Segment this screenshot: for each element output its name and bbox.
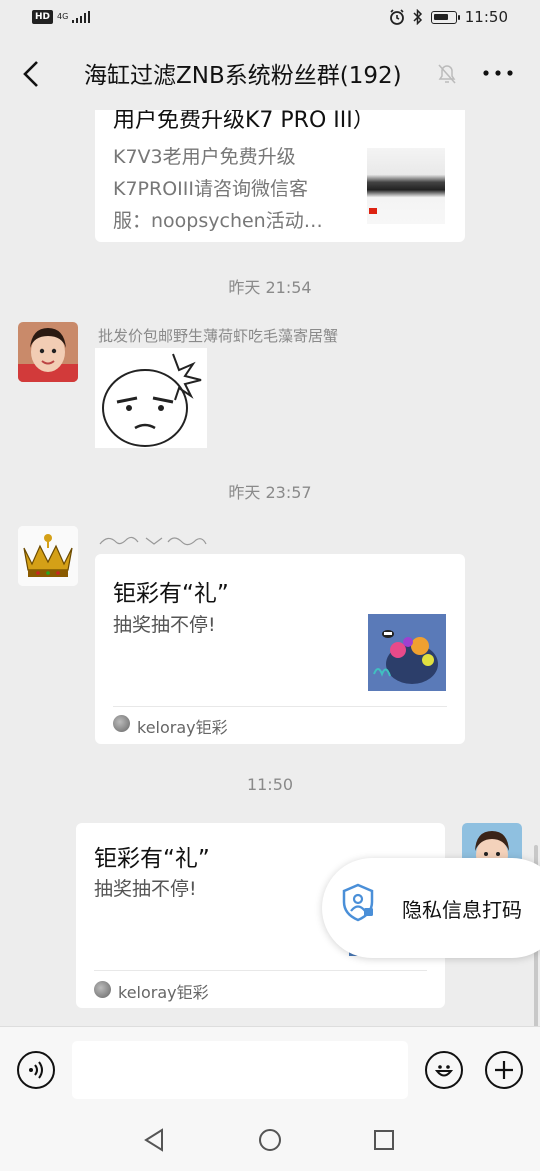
card-desc-line3: 服：noopsychen活动… <box>113 210 323 232</box>
avatar[interactable] <box>18 526 78 586</box>
timestamp: 昨天 21:54 <box>228 278 312 297</box>
mini-program-logo-icon <box>94 981 111 998</box>
card-thumbnail <box>367 148 445 224</box>
card-desc: 抽奖抽不停! <box>94 878 197 900</box>
timestamp: 11:50 <box>246 775 294 794</box>
card-source: keloray钜彩 <box>137 718 228 737</box>
input-bar <box>0 1026 540 1171</box>
network-label: 4G <box>57 12 69 21</box>
card-divider <box>94 970 427 971</box>
card-thumbnail <box>368 614 446 691</box>
status-time: 11:50 <box>464 8 508 26</box>
emoji-button[interactable] <box>425 1051 463 1089</box>
shield-icon <box>342 883 374 922</box>
card-desc-line1: K7V3老用户免费升级 <box>113 146 296 168</box>
mini-program-logo-icon <box>113 715 130 732</box>
crown-icon <box>18 526 78 586</box>
nav-home-icon[interactable] <box>257 1127 283 1153</box>
card-desc: 抽奖抽不停! <box>113 614 216 636</box>
card-title: 钜彩有“礼” <box>94 846 210 872</box>
mute-bell-icon <box>438 64 456 84</box>
card-source: keloray钜彩 <box>118 983 209 1002</box>
chat-title: 海缸过滤ZNB系统粉丝群(192) <box>84 63 402 89</box>
card-divider <box>113 706 447 707</box>
status-left: HD 4G <box>32 10 91 24</box>
card-desc-line2: K7PROIII请咨询微信客 <box>113 178 308 200</box>
avatar[interactable] <box>18 322 78 382</box>
card-title: 钜彩有“礼” <box>113 581 229 607</box>
alarm-icon <box>389 9 404 25</box>
back-icon[interactable] <box>18 56 48 92</box>
message-input[interactable] <box>72 1041 408 1099</box>
signal-icon <box>72 11 91 23</box>
privacy-mask-button[interactable]: 隐私信息打码 <box>322 858 540 958</box>
nav-back-icon[interactable] <box>142 1127 168 1153</box>
reef-image <box>368 614 446 691</box>
plus-button[interactable] <box>485 1051 523 1089</box>
more-icon[interactable] <box>478 56 518 90</box>
battery-icon <box>430 10 460 24</box>
card-title: 用户免费升级K7 PRO III） <box>113 110 375 133</box>
emoji-icon <box>434 1065 454 1077</box>
voice-icon <box>29 1061 43 1079</box>
ornament-divider <box>99 536 207 546</box>
sticker-image[interactable] <box>95 348 207 448</box>
hd-badge: HD <box>32 10 54 24</box>
privacy-label: 隐私信息打码 <box>402 898 522 922</box>
mini-program-card[interactable]: 钜彩有“礼” 抽奖抽不停! keloray钜彩 <box>95 554 465 744</box>
plus-icon <box>495 1061 513 1079</box>
nav-recents-icon[interactable] <box>372 1128 396 1152</box>
sender-name: 批发价包邮野生薄荷虾吃毛藻寄居蟹 <box>98 327 339 345</box>
status-bar: HD 4G 11:50 <box>0 0 540 38</box>
status-right: 11:50 <box>389 8 508 26</box>
voice-button[interactable] <box>17 1051 55 1089</box>
timestamp: 昨天 23:57 <box>228 483 312 502</box>
avatar-image <box>18 322 78 382</box>
chat-header: 海缸过滤ZNB系统粉丝群(192) <box>0 38 540 110</box>
link-card[interactable]: 用户免费升级K7 PRO III） K7V3老用户免费升级 K7PROIII请咨… <box>95 110 465 242</box>
bluetooth-icon <box>413 9 422 25</box>
meme-face-icon <box>102 353 202 447</box>
